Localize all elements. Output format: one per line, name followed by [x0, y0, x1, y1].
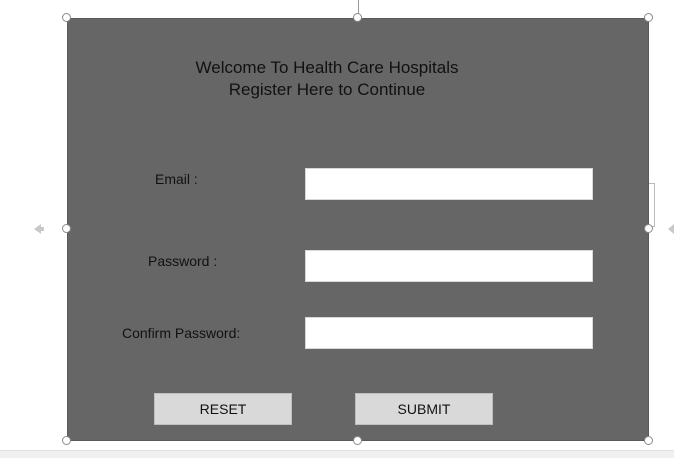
email-label: Email : — [155, 171, 198, 187]
password-label: Password : — [148, 253, 218, 269]
resize-handle-icon[interactable] — [353, 13, 362, 22]
resize-handle-icon[interactable] — [62, 224, 71, 233]
confirm-password-label: Confirm Password: — [122, 325, 241, 341]
email-field[interactable] — [305, 168, 593, 200]
submit-button[interactable]: SUBMIT — [355, 393, 493, 425]
confirm-password-field[interactable] — [305, 317, 593, 349]
arrow-right-icon[interactable] — [666, 222, 674, 238]
reset-button[interactable]: RESET — [154, 393, 292, 425]
resize-handle-icon[interactable] — [644, 13, 653, 22]
rotation-stem — [358, 0, 359, 14]
resize-handle-icon[interactable] — [644, 436, 653, 445]
registration-form-panel[interactable]: Welcome To Health Care Hospitals Registe… — [67, 18, 649, 441]
form-title: Welcome To Health Care Hospitals Registe… — [68, 57, 586, 101]
form-title-line1: Welcome To Health Care Hospitals — [195, 58, 459, 77]
resize-handle-icon[interactable] — [353, 436, 362, 445]
form-title-line2: Register Here to Continue — [228, 80, 426, 99]
password-field[interactable] — [305, 250, 593, 282]
resize-handle-icon[interactable] — [62, 13, 71, 22]
arrow-left-icon[interactable] — [32, 222, 46, 238]
side-bracket — [649, 183, 655, 227]
resize-handle-icon[interactable] — [62, 436, 71, 445]
resize-handle-icon[interactable] — [644, 224, 653, 233]
